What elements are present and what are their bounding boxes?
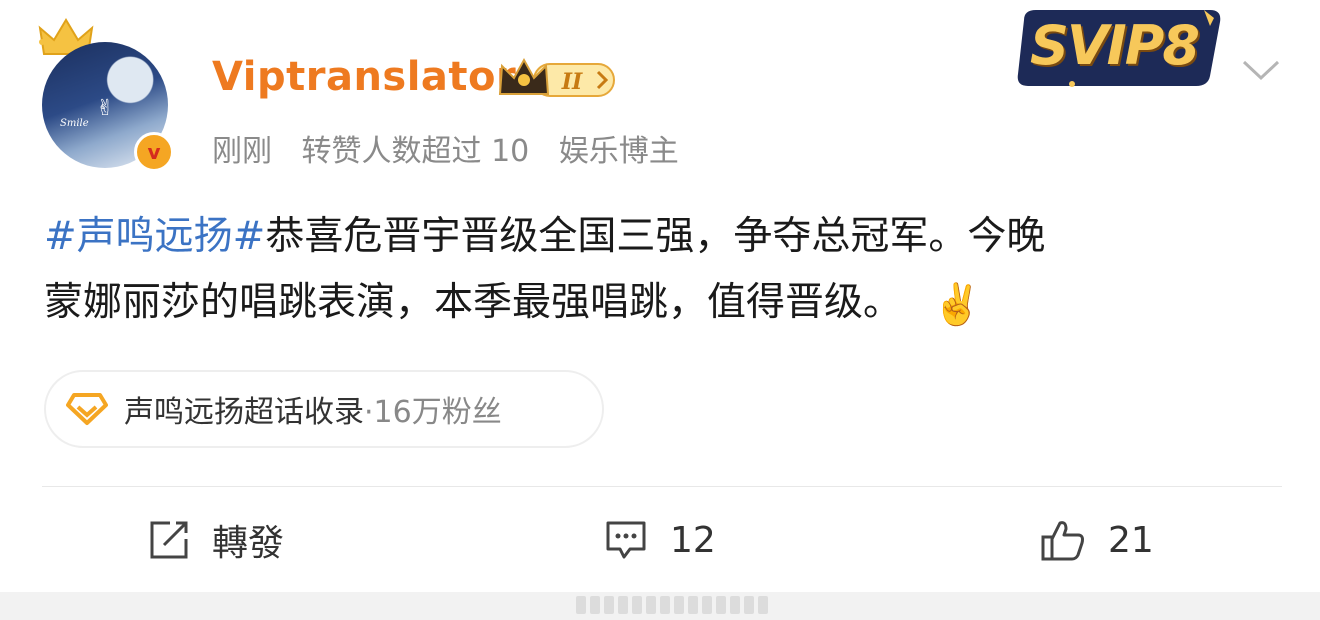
author-role: 娱乐博主 [558,134,679,169]
chevron-down-icon[interactable] [1240,56,1282,84]
repost-note: 转赞人数超过 10 [301,134,530,169]
thumbs-up-icon [1041,521,1084,561]
post-text-line1: 恭喜危晋宇晋级全国三强，争夺总冠军。今晚 [265,214,1046,259]
username[interactable]: Viptranslator [212,54,516,100]
level-badge-text: II [561,69,583,95]
comment-icon [606,521,646,559]
hashtag-link[interactable]: #声鸣远扬# [44,214,265,259]
verified-badge-icon: v [134,132,174,172]
post-time: 刚刚 [212,134,272,169]
svip-badge-text: SVIP8 [1030,14,1200,77]
super-topic-fans: ·16万粉丝 [364,395,502,430]
weibo-post-card: ✌ Smile v Viptranslator II 刚刚 转赞人数超过 10 … [0,0,1320,592]
divider [42,486,1282,487]
diamond-icon [66,393,108,425]
comment-count: 12 [670,519,716,561]
post-meta: 刚刚 转赞人数超过 10 娱乐博主 [212,126,699,170]
repost-icon [150,521,188,559]
avatar-group[interactable]: ✌ Smile v [38,14,178,172]
super-topic-name: 声鸣远扬超话收录 [124,395,364,430]
post-text-line2: 蒙娜丽莎的唱跳表演，本季最强唱跳，值得晋级。 [44,280,903,325]
like-button[interactable]: 21 [1040,514,1154,566]
super-topic-label: 声鸣远扬超话收录·16万粉丝 [124,387,502,431]
peace-sign-icon: ✌ [96,96,115,121]
redacted-watermark [576,596,768,614]
repost-button[interactable]: 轉發 [148,514,284,566]
like-count: 21 [1108,519,1154,561]
avatar-text: Smile [60,118,89,129]
repost-label: 轉發 [212,523,285,564]
victory-hand-emoji-icon: ✌️ [932,281,982,328]
super-topic-pill[interactable]: 声鸣远扬超话收录·16万粉丝 [44,370,604,448]
comment-button[interactable]: 12 [604,514,716,566]
post-body: #声鸣远扬#恭喜危晋宇晋级全国三强，争夺总冠军。今晚 蒙娜丽莎的唱跳表演，本季最… [44,204,1284,338]
vip-level-badge-icon: II [498,57,615,97]
